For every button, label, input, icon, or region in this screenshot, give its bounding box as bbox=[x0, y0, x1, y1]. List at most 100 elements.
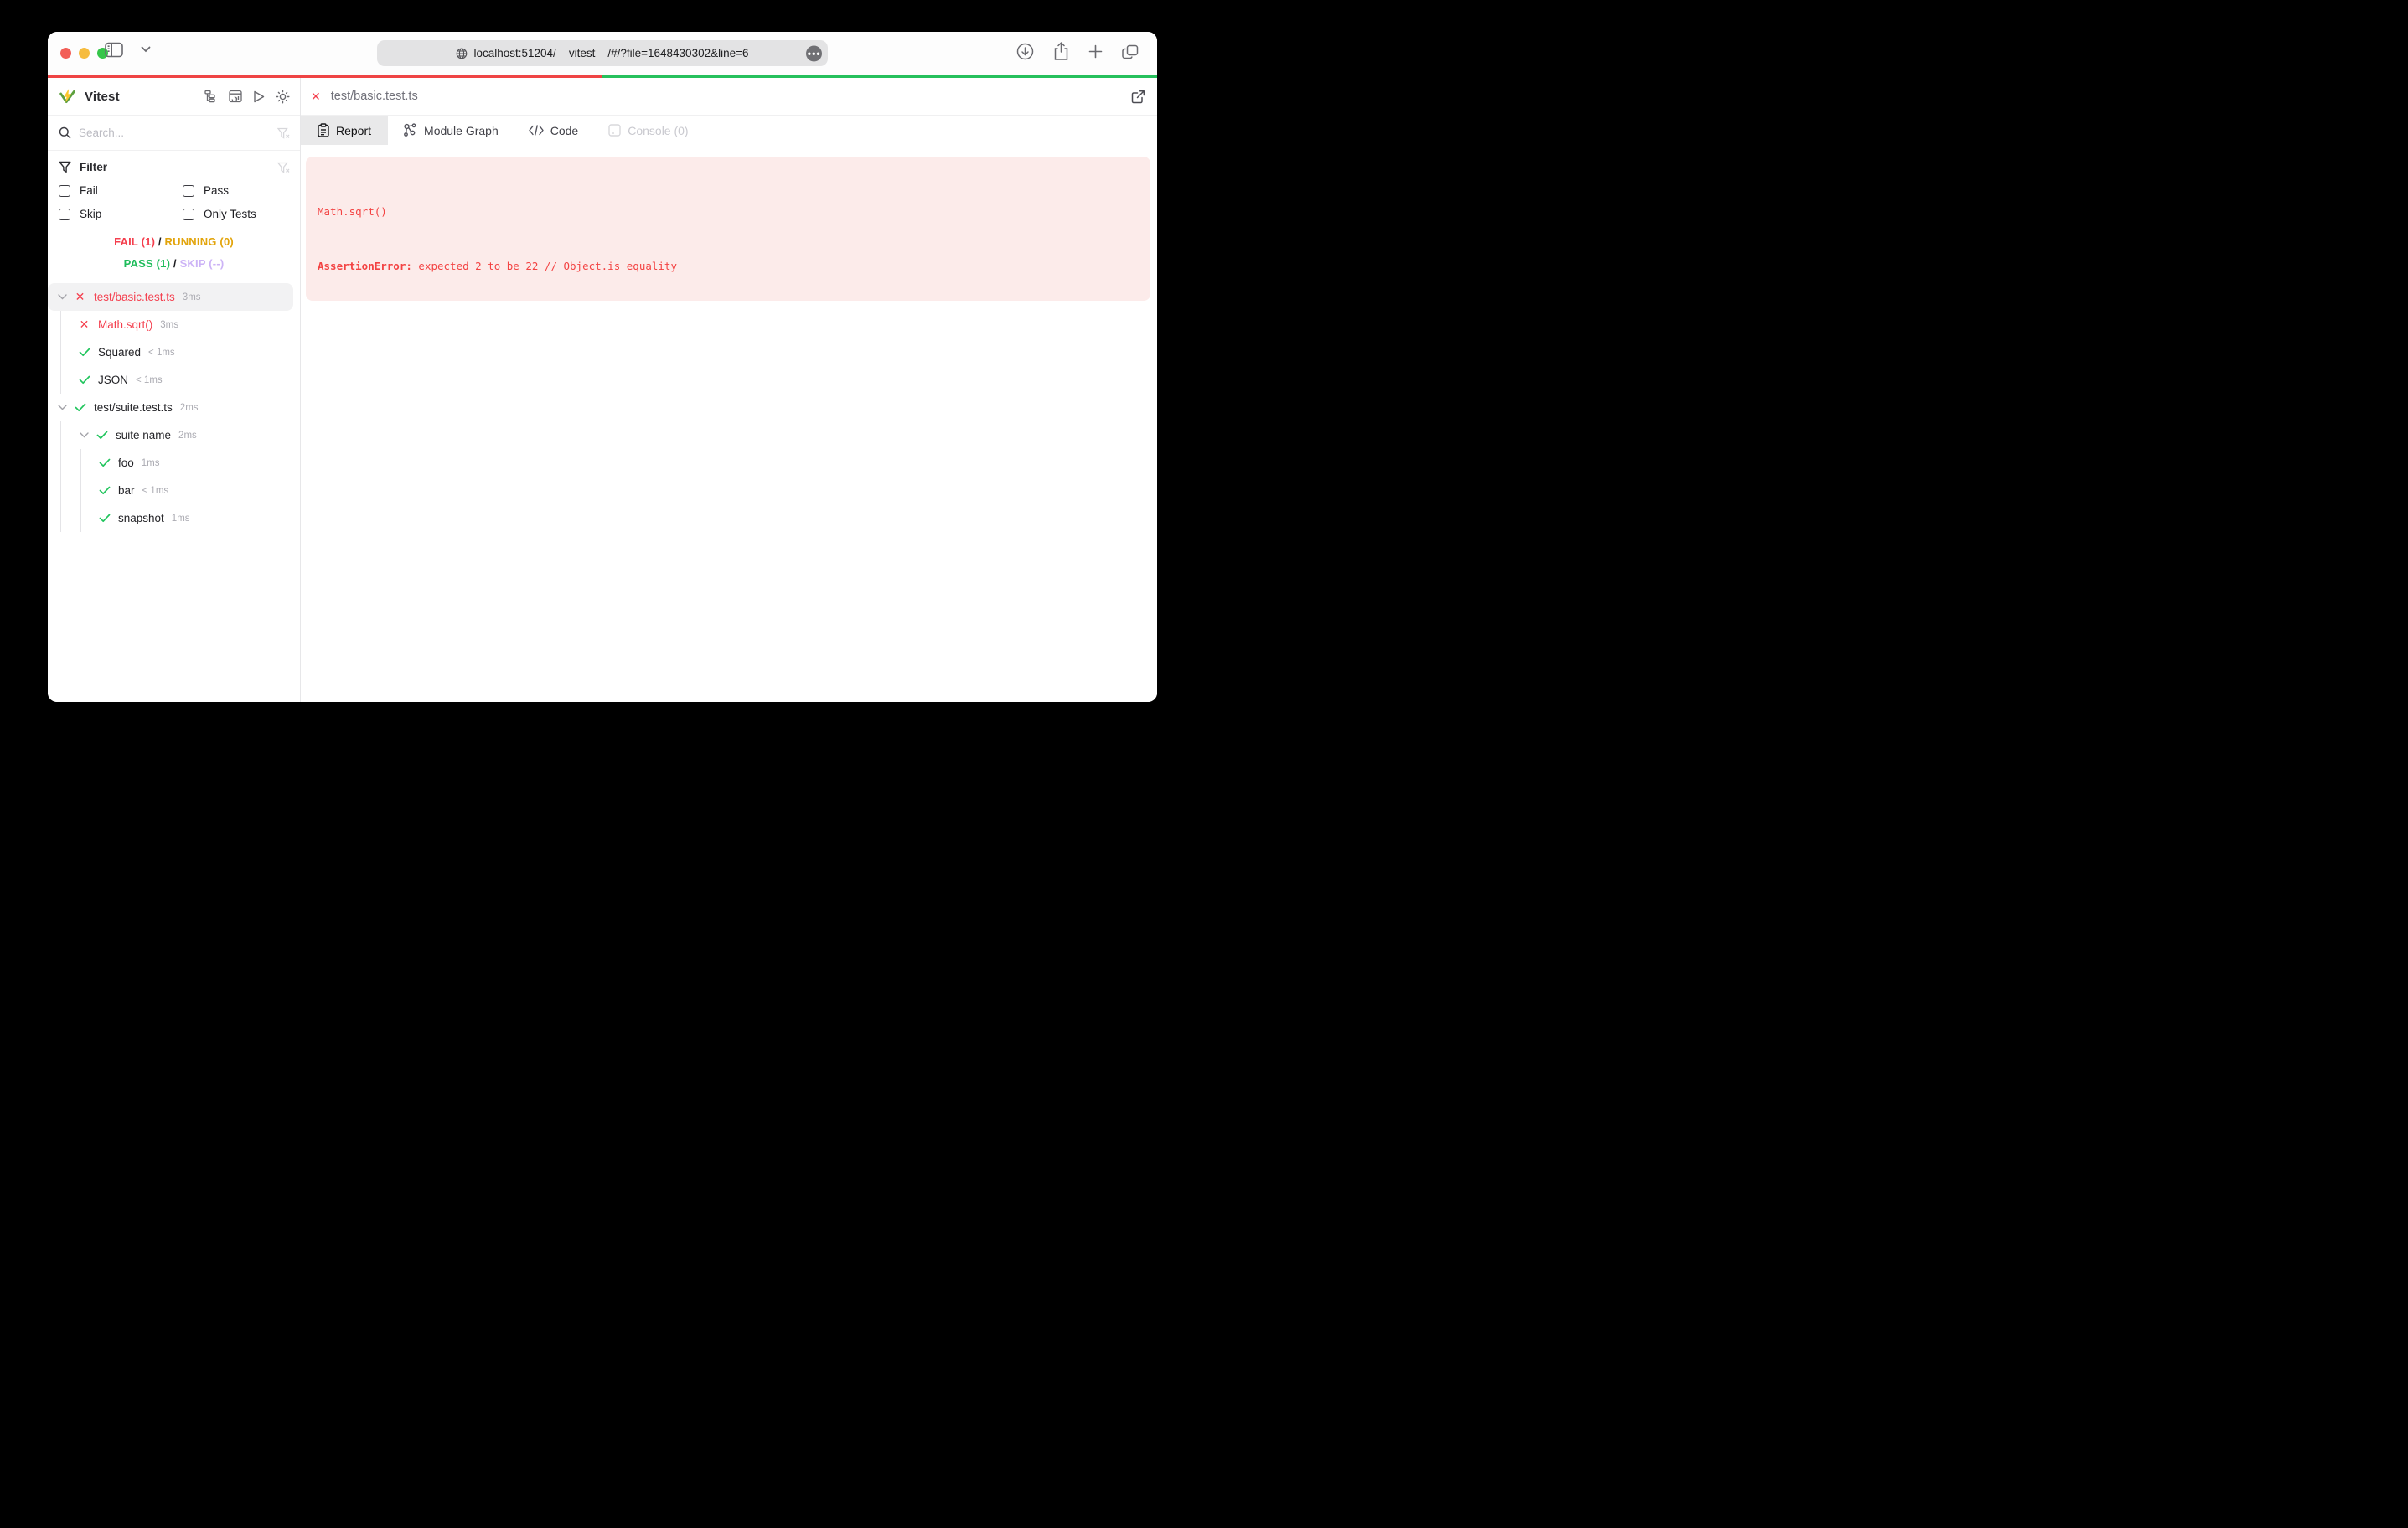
address-bar[interactable]: localhost:51204/__vitest__/#/?file=16484… bbox=[377, 40, 828, 66]
view-tabs: Report Module Graph Code Console (0) bbox=[301, 116, 1157, 145]
pass-check-icon bbox=[78, 348, 90, 357]
chevron-down-icon[interactable] bbox=[56, 294, 68, 300]
test-duration: 1ms bbox=[171, 513, 190, 524]
summary-skip-count: SKIP (--) bbox=[179, 257, 225, 270]
sidebar-icon bbox=[105, 42, 123, 58]
tabs-overview-icon bbox=[1122, 44, 1139, 59]
traffic-lights bbox=[60, 48, 108, 59]
search-icon bbox=[59, 126, 71, 139]
new-tab-button[interactable] bbox=[1088, 44, 1103, 59]
checkbox-icon bbox=[59, 184, 70, 197]
tree-item-test-mathsqrt[interactable]: ✕ Math.sqrt() 3ms bbox=[48, 311, 300, 338]
test-duration: 1ms bbox=[141, 457, 160, 468]
globe-icon bbox=[456, 48, 468, 59]
browser-toolbar: localhost:51204/__vitest__/#/?file=16484… bbox=[48, 32, 1157, 75]
tree-outline-icon bbox=[204, 90, 218, 103]
filter-funnel-icon bbox=[59, 161, 71, 173]
pass-check-icon bbox=[78, 375, 90, 385]
filter-checkbox-pass[interactable]: Pass bbox=[183, 184, 290, 197]
tab-code[interactable]: Code bbox=[514, 116, 593, 145]
theme-toggle-button[interactable] bbox=[276, 90, 290, 104]
test-tree: ✕ test/basic.test.ts 3ms ✕ Math.sqrt() 3… bbox=[48, 279, 300, 702]
checkbox-icon bbox=[183, 208, 194, 220]
tree-item-test-foo[interactable]: foo 1ms bbox=[48, 449, 300, 477]
chevron-down-icon[interactable] bbox=[56, 405, 68, 410]
sidebar: Vitest Search... Filter Fail Pass Skip O… bbox=[48, 78, 301, 702]
tree-item-test-squared[interactable]: Squared < 1ms bbox=[48, 338, 300, 366]
tab-module-graph[interactable]: Module Graph bbox=[388, 116, 514, 145]
pass-check-icon bbox=[96, 431, 108, 440]
filter-checkbox-only-tests[interactable]: Only Tests bbox=[183, 208, 290, 220]
error-report-card: Math.sqrt() AssertionError: expected 2 t… bbox=[306, 157, 1150, 301]
dashboard-icon bbox=[229, 90, 242, 103]
test-duration: 3ms bbox=[160, 319, 178, 330]
clear-filters-icon[interactable] bbox=[277, 162, 290, 173]
test-duration: < 1ms bbox=[142, 485, 169, 496]
tab-report[interactable]: Report bbox=[301, 116, 389, 145]
share-icon bbox=[1053, 42, 1069, 61]
checkbox-icon bbox=[59, 208, 70, 220]
minimize-window-button[interactable] bbox=[79, 48, 90, 59]
filter-checkbox-skip[interactable]: Skip bbox=[59, 208, 183, 220]
chevron-down-icon bbox=[141, 46, 151, 53]
test-duration: < 1ms bbox=[136, 374, 163, 385]
collapse-tests-button[interactable] bbox=[204, 90, 218, 103]
filter-title: Filter bbox=[80, 161, 108, 173]
run-all-button[interactable] bbox=[253, 90, 265, 103]
sidebar-menu-chevron[interactable] bbox=[141, 46, 151, 53]
search-input[interactable] bbox=[79, 126, 270, 139]
downloads-button[interactable] bbox=[1016, 43, 1034, 60]
test-duration: 3ms bbox=[182, 292, 201, 302]
tree-item-test-json[interactable]: JSON < 1ms bbox=[48, 366, 300, 394]
checkbox-icon bbox=[183, 184, 194, 197]
error-name: AssertionError: bbox=[318, 259, 412, 272]
sidebar-toggle-button[interactable] bbox=[105, 42, 123, 58]
code-icon bbox=[529, 125, 544, 136]
tab-overview-button[interactable] bbox=[1122, 44, 1139, 59]
dashboard-button[interactable] bbox=[229, 90, 242, 103]
pass-check-icon bbox=[74, 403, 86, 412]
summary-running-count: RUNNING (0) bbox=[164, 235, 234, 248]
error-test-name: Math.sqrt() bbox=[318, 205, 387, 218]
report-content: Math.sqrt() AssertionError: expected 2 t… bbox=[301, 145, 1157, 702]
tree-item-suite-name[interactable]: suite name 2ms bbox=[48, 421, 300, 449]
close-window-button[interactable] bbox=[60, 48, 71, 59]
chevron-down-icon[interactable] bbox=[78, 432, 90, 438]
tree-item-test-bar[interactable]: bar < 1ms bbox=[48, 477, 300, 504]
open-file-name: test/basic.test.ts bbox=[330, 90, 418, 103]
fail-x-icon: ✕ bbox=[311, 89, 321, 103]
summary-pass-count: PASS (1) bbox=[123, 257, 171, 270]
download-icon bbox=[1016, 43, 1034, 60]
filter-checkbox-fail[interactable]: Fail bbox=[59, 184, 183, 197]
page-settings-button[interactable]: ●●● bbox=[806, 45, 822, 61]
pass-check-icon bbox=[98, 458, 111, 467]
test-duration: 2ms bbox=[178, 430, 197, 441]
clear-search-filter-icon[interactable] bbox=[277, 127, 290, 139]
browser-window: localhost:51204/__vitest__/#/?file=16484… bbox=[48, 32, 1157, 702]
test-duration: 2ms bbox=[179, 402, 199, 413]
module-graph-icon bbox=[403, 123, 417, 137]
tree-item-file-suite[interactable]: test/suite.test.ts 2ms bbox=[48, 394, 300, 421]
app-title: Vitest bbox=[85, 89, 120, 104]
tree-item-file-basic[interactable]: ✕ test/basic.test.ts 3ms bbox=[48, 283, 293, 311]
external-link-icon bbox=[1131, 90, 1145, 104]
tab-console: Console (0) bbox=[593, 116, 703, 145]
main-panel: ✕ test/basic.test.ts Report Module Graph… bbox=[301, 78, 1157, 702]
filter-section: Filter Fail Pass Skip Only Tests bbox=[48, 151, 300, 220]
pass-check-icon bbox=[98, 486, 111, 495]
play-icon bbox=[253, 90, 265, 103]
share-button[interactable] bbox=[1053, 42, 1069, 61]
tree-item-test-snapshot[interactable]: snapshot 1ms bbox=[48, 504, 300, 532]
plus-icon bbox=[1088, 44, 1103, 59]
test-summary: FAIL (1) / RUNNING (0) PASS (1) / SKIP (… bbox=[48, 232, 300, 279]
open-in-editor-button[interactable] bbox=[1131, 90, 1145, 104]
url-text: localhost:51204/__vitest__/#/?file=16484… bbox=[473, 47, 749, 59]
summary-fail-count: FAIL (1) bbox=[114, 235, 156, 248]
pass-check-icon bbox=[98, 514, 111, 523]
vitest-logo-icon bbox=[59, 88, 76, 106]
test-duration: < 1ms bbox=[148, 347, 175, 358]
error-message: expected 2 to be 22 // Object.is equalit… bbox=[411, 259, 677, 272]
report-clipboard-icon bbox=[318, 123, 329, 137]
sun-icon bbox=[276, 90, 290, 104]
console-icon bbox=[608, 124, 621, 137]
